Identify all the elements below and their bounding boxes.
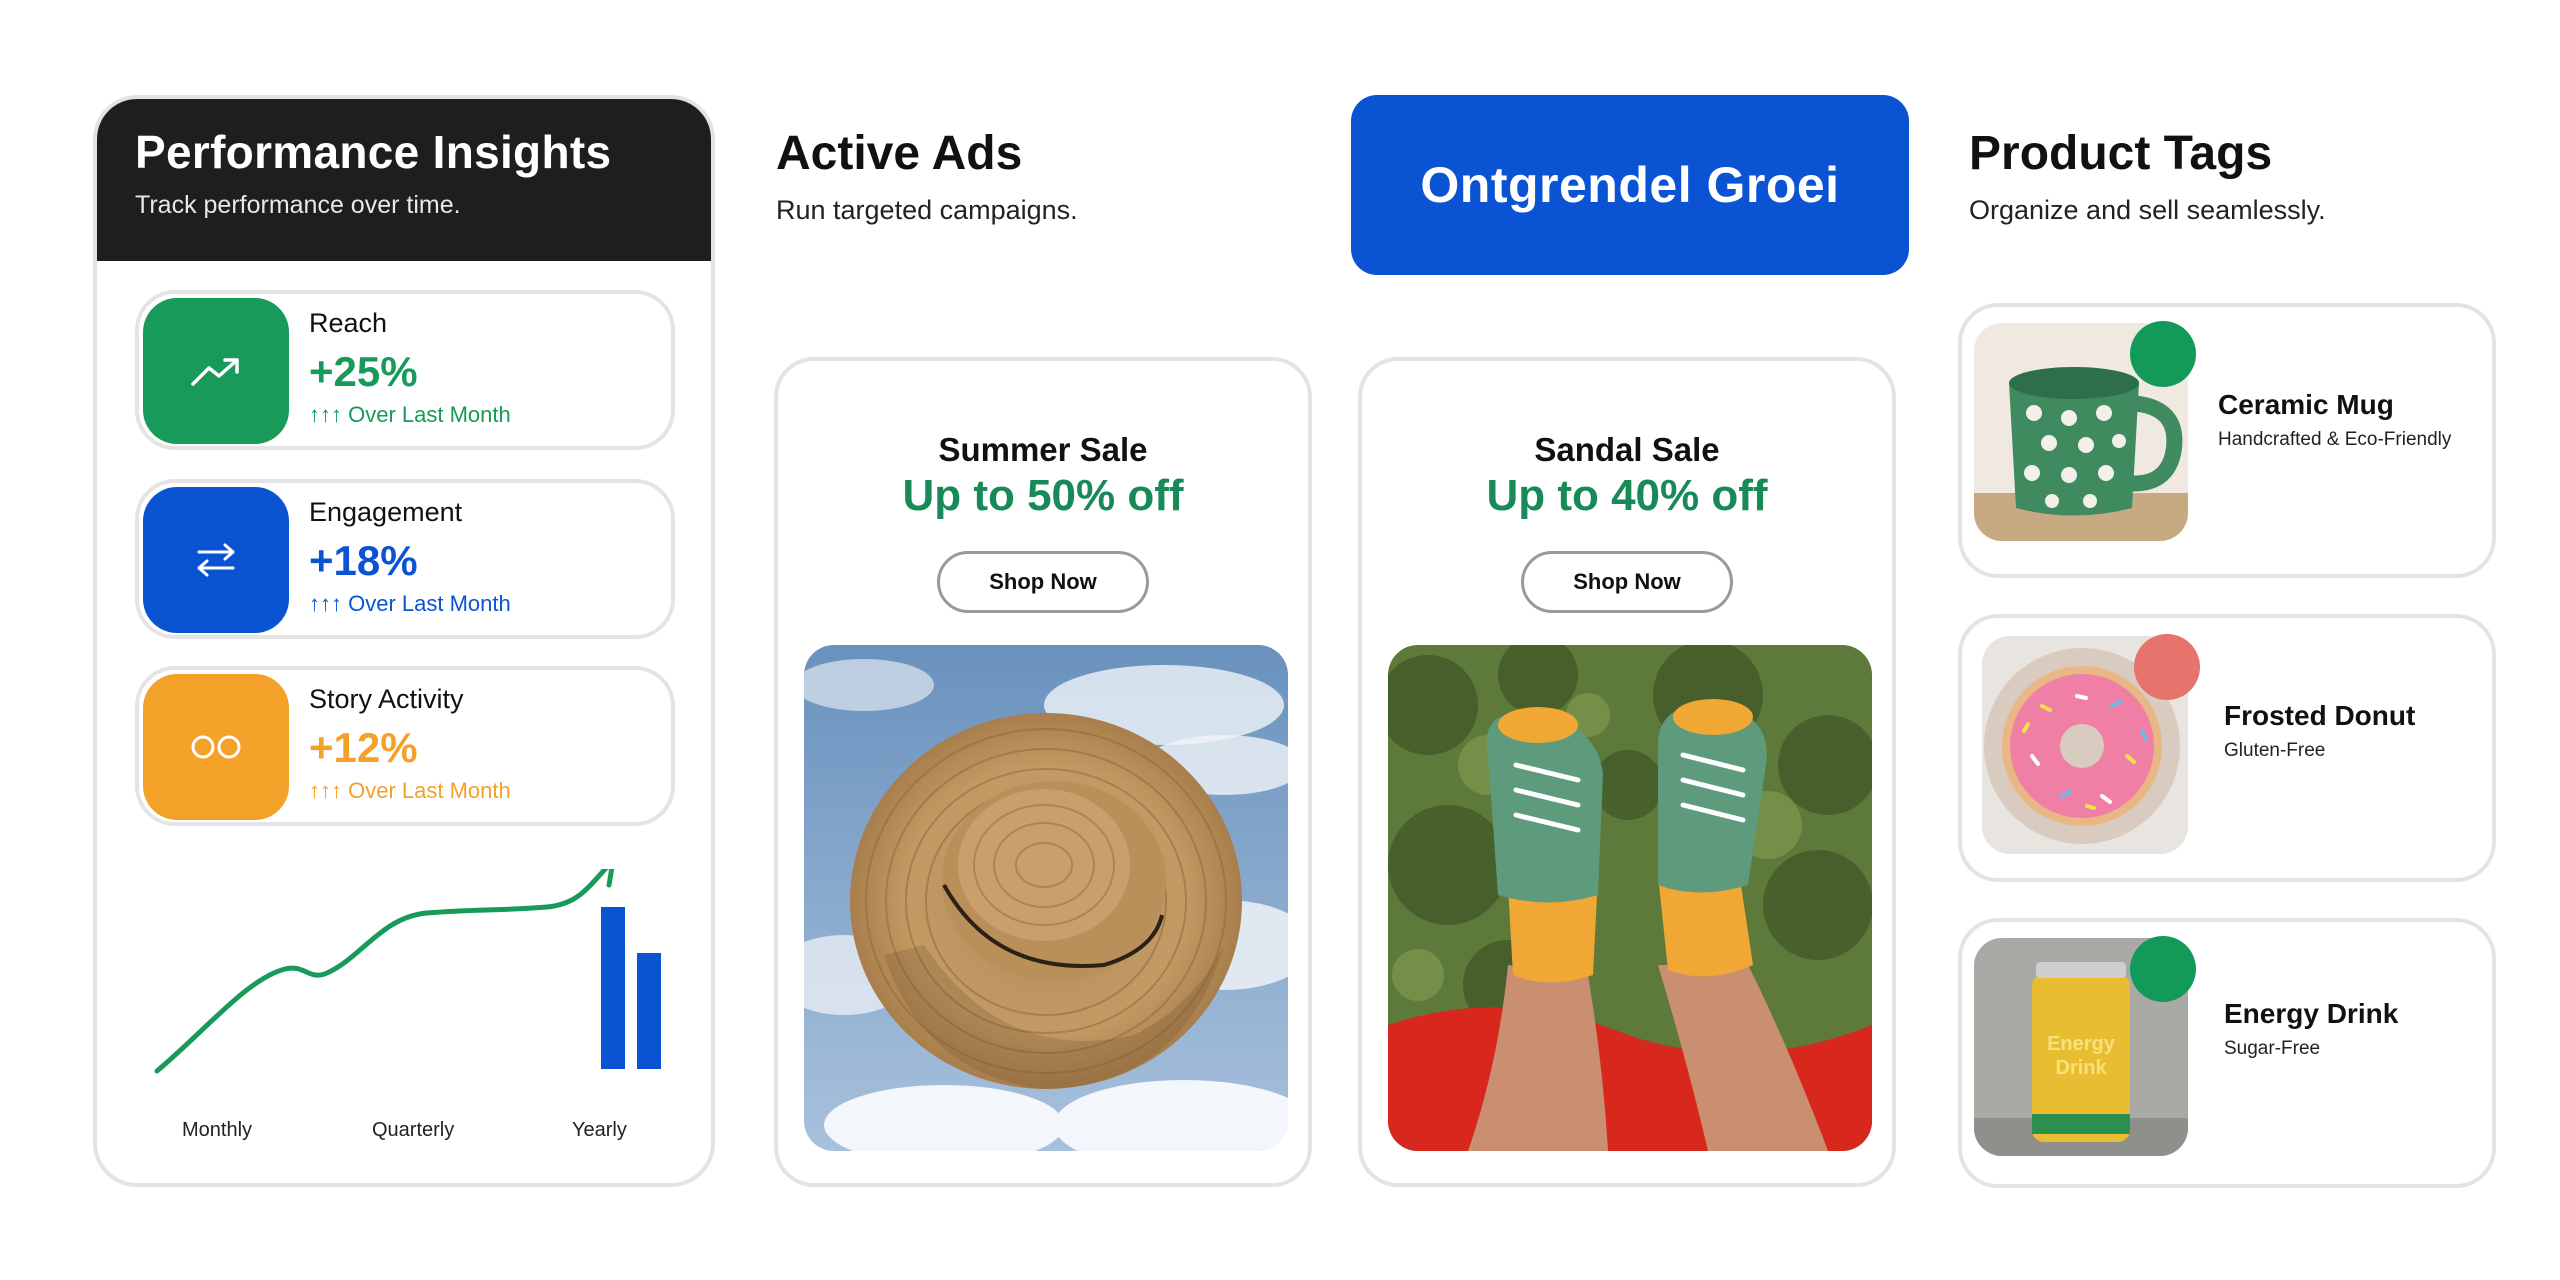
product-desc: Handcrafted & Eco-Friendly <box>2218 429 2452 450</box>
metric-card-story-activity[interactable]: Story Activity +12% ↑↑↑ Over Last Month <box>135 666 675 826</box>
chart-bar <box>637 953 661 1069</box>
product-desc: Gluten-Free <box>2224 740 2326 761</box>
ad-card-sandal-sale[interactable]: Sandal Sale Up to 40% off Shop Now <box>1358 357 1896 1187</box>
active-ads-subtitle: Run targeted campaigns. <box>776 195 1078 225</box>
ad-name: Sandal Sale <box>1534 431 1720 468</box>
performance-header: Performance Insights Track performance o… <box>97 99 711 261</box>
metric-trend: ↑↑↑ Over Last Month <box>309 591 511 616</box>
performance-title: Performance Insights <box>135 126 612 178</box>
product-card-frosted-donut[interactable]: Frosted Donut Gluten-Free <box>1958 614 2496 882</box>
metric-card-engagement[interactable]: Engagement +18% ↑↑↑ Over Last Month <box>135 479 675 639</box>
metric-value: +25% <box>309 348 418 395</box>
metric-value: +12% <box>309 724 418 771</box>
product-card-ceramic-mug[interactable]: Ceramic Mug Handcrafted & Eco-Friendly <box>1958 303 2496 578</box>
performance-insights-panel: Performance Insights Track performance o… <box>93 95 715 1187</box>
tag-dot-green <box>2130 321 2196 387</box>
unlock-growth-button[interactable]: Ontgrendel Groei <box>1351 95 1909 275</box>
product-tags-subtitle: Organize and sell seamlessly. <box>1969 195 2326 225</box>
product-card-energy-drink[interactable]: Energy Drink Energy Drink Sugar-Free <box>1958 918 2496 1188</box>
product-name: Energy Drink <box>2224 998 2399 1029</box>
active-ads-title: Active Ads <box>776 127 1023 180</box>
ad-discount: Up to 50% off <box>902 471 1184 520</box>
can-label-line1: Energy <box>2047 1033 2116 1055</box>
metric-label: Story Activity <box>309 684 464 714</box>
product-name: Frosted Donut <box>2224 700 2416 731</box>
chart-label-quarterly: Quarterly <box>372 1119 455 1141</box>
metric-trend: ↑↑↑ Over Last Month <box>309 402 511 427</box>
metric-label: Engagement <box>309 497 463 527</box>
swap-arrows-icon <box>143 487 289 633</box>
ad-name: Summer Sale <box>938 431 1148 468</box>
product-name: Ceramic Mug <box>2218 389 2394 420</box>
tag-dot-red <box>2134 634 2200 700</box>
metric-value: +18% <box>309 537 418 584</box>
can-label-line2: Drink <box>2055 1057 2107 1079</box>
product-desc: Sugar-Free <box>2224 1038 2321 1059</box>
shop-now-button[interactable]: Shop Now <box>937 551 1149 613</box>
metric-card-reach[interactable]: Reach +25% ↑↑↑ Over Last Month <box>135 290 675 450</box>
metric-label: Reach <box>309 308 388 338</box>
shop-now-button[interactable]: Shop Now <box>1521 551 1733 613</box>
double-circle-icon <box>143 674 289 820</box>
performance-subtitle: Track performance over time. <box>135 191 461 219</box>
metric-trend: ↑↑↑ Over Last Month <box>309 778 511 803</box>
ad-card-summer-sale[interactable]: Summer Sale Up to 50% off Shop Now <box>774 357 1312 1187</box>
chart-bar <box>601 907 625 1069</box>
straw-hat-image <box>804 645 1288 1151</box>
growth-line <box>154 869 609 1074</box>
ad-discount: Up to 40% off <box>1486 471 1768 520</box>
chart-label-yearly: Yearly <box>572 1119 627 1141</box>
chart-label-monthly: Monthly <box>182 1119 253 1141</box>
green-sneakers-image <box>1388 645 1872 1151</box>
tag-dot-green <box>2130 936 2196 1002</box>
trend-up-icon <box>143 298 289 444</box>
product-tags-title: Product Tags <box>1969 127 2273 180</box>
